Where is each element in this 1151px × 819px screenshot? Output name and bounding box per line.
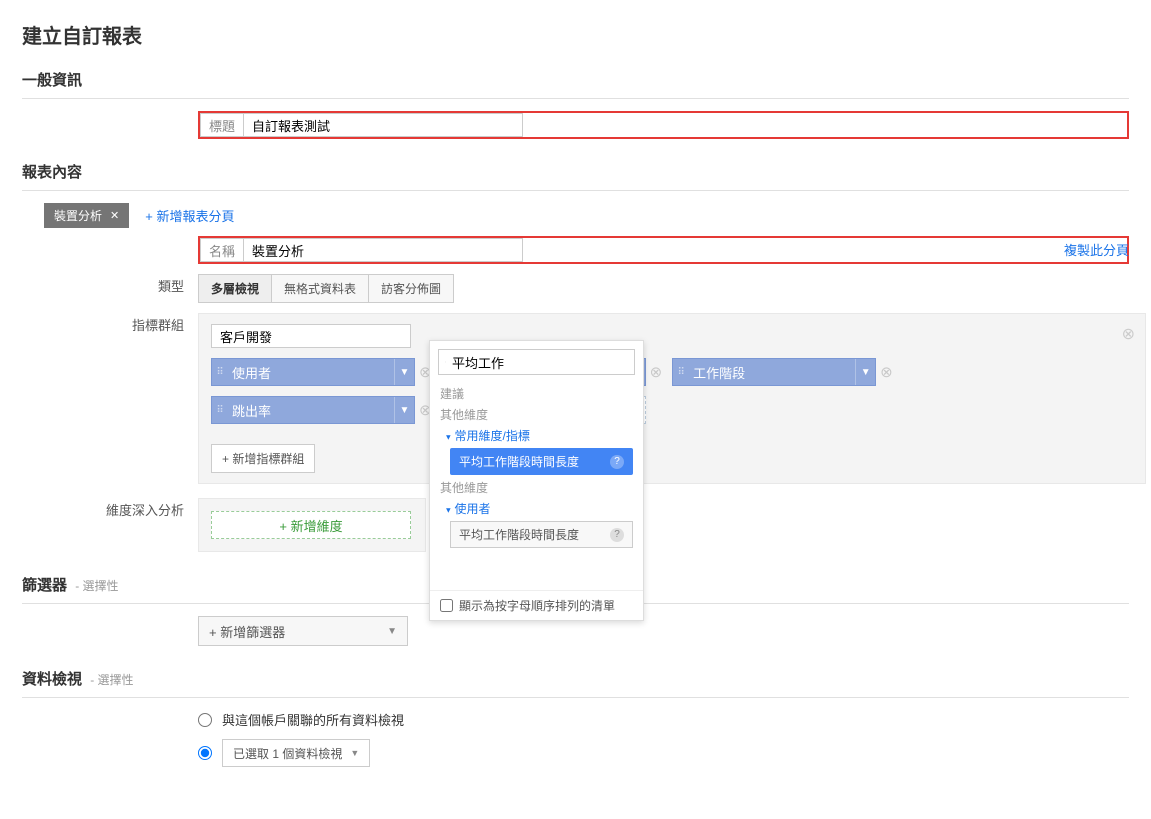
- metric-panel: ⊗ ⠿ 使用者 ▼ ⊗ ⠿: [198, 313, 1146, 484]
- title-field-wrap: 標題: [198, 111, 1129, 139]
- section-dataview: 資料檢視 - 選擇性 與這個帳戶關聯的所有資料檢視 已選取 1 個資料檢視 ▼: [22, 668, 1129, 777]
- help-icon[interactable]: ?: [610, 455, 624, 469]
- dropdown-other-dim-label-2: 其他維度: [430, 477, 643, 498]
- content-header: 報表內容: [22, 161, 1129, 191]
- type-button-group: 多層檢視 無格式資料表 訪客分佈圖: [198, 274, 454, 303]
- metric-chip-sessions[interactable]: ⠿ 工作階段 ▼: [672, 358, 876, 386]
- add-filter-select[interactable]: + 新增篩選器 ▼: [198, 616, 408, 646]
- type-multi-button[interactable]: 多層檢視: [199, 275, 272, 302]
- add-metric-group-button[interactable]: + 新增指標群組: [211, 444, 315, 473]
- close-panel-icon[interactable]: ⊗: [1122, 324, 1135, 344]
- title-input[interactable]: [243, 113, 523, 137]
- add-tab-link[interactable]: + 新增報表分頁: [145, 206, 234, 225]
- alpha-sort-label: 顯示為按字母順序排列的清單: [459, 597, 615, 614]
- dropdown-cat-common[interactable]: 常用維度/指標: [430, 425, 643, 446]
- metric-chip-users[interactable]: ⠿ 使用者 ▼: [211, 358, 415, 386]
- dimension-panel: + 新增維度: [198, 498, 426, 552]
- remove-chip-icon[interactable]: ⊗: [650, 363, 663, 381]
- dataview-selected-dropdown[interactable]: 已選取 1 個資料檢視 ▼: [222, 739, 370, 767]
- metric-chip-bounce-rate[interactable]: ⠿ 跳出率 ▼: [211, 396, 415, 424]
- dropdown-item-avg-session-duration-selected[interactable]: 平均工作階段時間長度 ?: [450, 448, 633, 475]
- help-icon[interactable]: ?: [610, 528, 624, 542]
- grip-icon: ⠿: [212, 367, 226, 378]
- close-icon[interactable]: ✕: [110, 209, 119, 222]
- grip-icon: ⠿: [212, 405, 226, 416]
- remove-chip-icon[interactable]: ⊗: [880, 363, 893, 381]
- chevron-down-icon[interactable]: ▼: [855, 359, 875, 385]
- grip-icon: ⠿: [673, 367, 687, 378]
- dropdown-suggest-label: 建議: [430, 383, 643, 404]
- duplicate-tab-link[interactable]: 複製此分頁: [1064, 240, 1129, 259]
- type-visitor-button[interactable]: 訪客分佈圖: [369, 275, 453, 302]
- chevron-down-icon: ▼: [350, 748, 359, 758]
- tab-device-analysis[interactable]: 裝置分析 ✕: [44, 203, 129, 228]
- metric-search-dropdown: 建議 其他維度 常用維度/指標 平均工作階段時間長度 ? 其他維度 使用者 平均…: [429, 340, 644, 621]
- search-icon: [445, 356, 446, 368]
- metric-search-box: [438, 349, 635, 375]
- dimension-drilldown-label: 維度深入分析: [22, 498, 198, 524]
- dataview-all-label: 與這個帳戶關聯的所有資料檢視: [222, 710, 404, 729]
- type-label: 類型: [22, 274, 198, 300]
- chevron-down-icon: ▼: [387, 626, 397, 637]
- add-dimension-button[interactable]: + 新增維度: [211, 511, 411, 539]
- title-label: 標題: [200, 113, 243, 137]
- dropdown-cat-user[interactable]: 使用者: [430, 498, 643, 519]
- metric-search-input[interactable]: [452, 355, 628, 370]
- general-header: 一般資訊: [22, 69, 1129, 99]
- section-general: 一般資訊 標題: [22, 69, 1129, 139]
- name-input[interactable]: [243, 238, 523, 262]
- chevron-down-icon[interactable]: ▼: [394, 397, 414, 423]
- name-label: 名稱: [200, 238, 243, 262]
- dataview-header: 資料檢視 - 選擇性: [22, 668, 1129, 698]
- alpha-sort-checkbox[interactable]: [440, 599, 453, 612]
- dropdown-item-avg-session-duration[interactable]: 平均工作階段時間長度 ?: [450, 521, 633, 548]
- dropdown-other-dim-label: 其他維度: [430, 404, 643, 425]
- metric-group-label: 指標群組: [22, 313, 198, 339]
- chevron-down-icon[interactable]: ▼: [394, 359, 414, 385]
- metric-group-name-input[interactable]: [211, 324, 411, 348]
- name-field-wrap: 名稱: [198, 236, 1129, 264]
- dataview-all-radio[interactable]: [198, 713, 212, 727]
- tab-label: 裝置分析: [54, 207, 102, 224]
- type-flat-button[interactable]: 無格式資料表: [272, 275, 369, 302]
- dataview-selected-radio[interactable]: [198, 746, 212, 760]
- page-title: 建立自訂報表: [22, 20, 1129, 49]
